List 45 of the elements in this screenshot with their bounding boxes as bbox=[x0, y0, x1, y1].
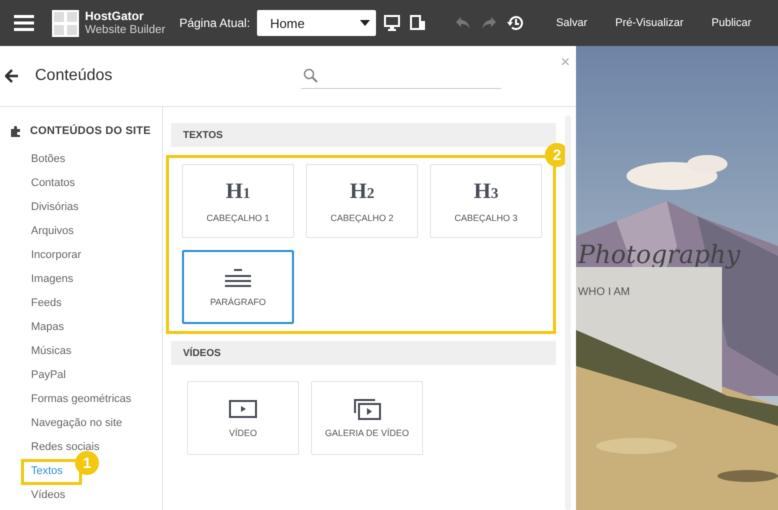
sidebar-item[interactable]: Arquivos bbox=[31, 225, 74, 237]
sidebar-item[interactable]: Imagens bbox=[31, 273, 74, 285]
brand-subtitle: Website Builder bbox=[85, 23, 166, 37]
sidebar-item[interactable]: Feeds bbox=[31, 297, 62, 309]
sidebar-item[interactable]: Textos bbox=[31, 465, 63, 477]
info-panel-heading: WHO I AM bbox=[578, 286, 630, 298]
desktop-icon[interactable] bbox=[383, 14, 402, 32]
step-badge: 1 bbox=[75, 451, 99, 475]
tablet-icon[interactable] bbox=[409, 14, 428, 32]
menu-icon[interactable] bbox=[14, 15, 34, 31]
history-icon[interactable] bbox=[506, 14, 524, 32]
sidebar-item[interactable]: Botões bbox=[31, 153, 66, 165]
section-header: TEXTOS bbox=[171, 123, 556, 147]
content-tile[interactable]: VÍDEO bbox=[187, 381, 299, 455]
sidebar-item[interactable]: Músicas bbox=[31, 345, 72, 357]
toolbar-button[interactable]: Pré-Visualizar bbox=[615, 13, 684, 33]
logo-icon bbox=[52, 10, 79, 36]
video-icon bbox=[229, 398, 257, 420]
sidebar-item[interactable]: Incorporar bbox=[31, 249, 82, 261]
back-arrow-icon[interactable] bbox=[5, 69, 19, 83]
sidebar-item[interactable]: Redes sociais bbox=[31, 441, 100, 453]
site-title: Photography bbox=[578, 240, 740, 269]
caret-icon bbox=[360, 20, 370, 26]
sidebar-heading: CONTEÚDOS DO SITE bbox=[30, 125, 151, 137]
content-tile[interactable]: GALERIA DE VÍDEO bbox=[311, 381, 423, 455]
page-label: Página Atual: bbox=[179, 16, 250, 30]
toolbar-button[interactable]: Salvar bbox=[556, 13, 588, 33]
sidebar-item[interactable]: Formas geométricas bbox=[31, 393, 132, 405]
sidebar-item[interactable]: PayPal bbox=[31, 369, 66, 381]
sidebar-item[interactable]: Mapas bbox=[31, 321, 64, 333]
video-gallery-icon bbox=[353, 398, 381, 420]
section-header: VÍDEOS bbox=[171, 341, 556, 365]
sidebar-item[interactable]: Contatos bbox=[31, 177, 76, 189]
sidebar-item[interactable]: Divisórias bbox=[31, 201, 79, 213]
page-select[interactable]: Home bbox=[257, 10, 376, 36]
sidebar-item[interactable]: Vídeos bbox=[31, 489, 66, 501]
scrollbar[interactable] bbox=[565, 115, 571, 510]
sidebar-item[interactable]: Navegação no site bbox=[31, 417, 122, 429]
search-icon bbox=[303, 68, 318, 83]
paragraph-icon bbox=[224, 267, 252, 289]
puzzle-icon bbox=[10, 125, 22, 137]
toolbar-button[interactable]: Publicar bbox=[712, 13, 752, 33]
content-tile[interactable]: PARÁGRAFO bbox=[182, 250, 294, 324]
brand-name: HostGator bbox=[85, 9, 145, 23]
panel-title: Conteúdos bbox=[35, 67, 112, 85]
